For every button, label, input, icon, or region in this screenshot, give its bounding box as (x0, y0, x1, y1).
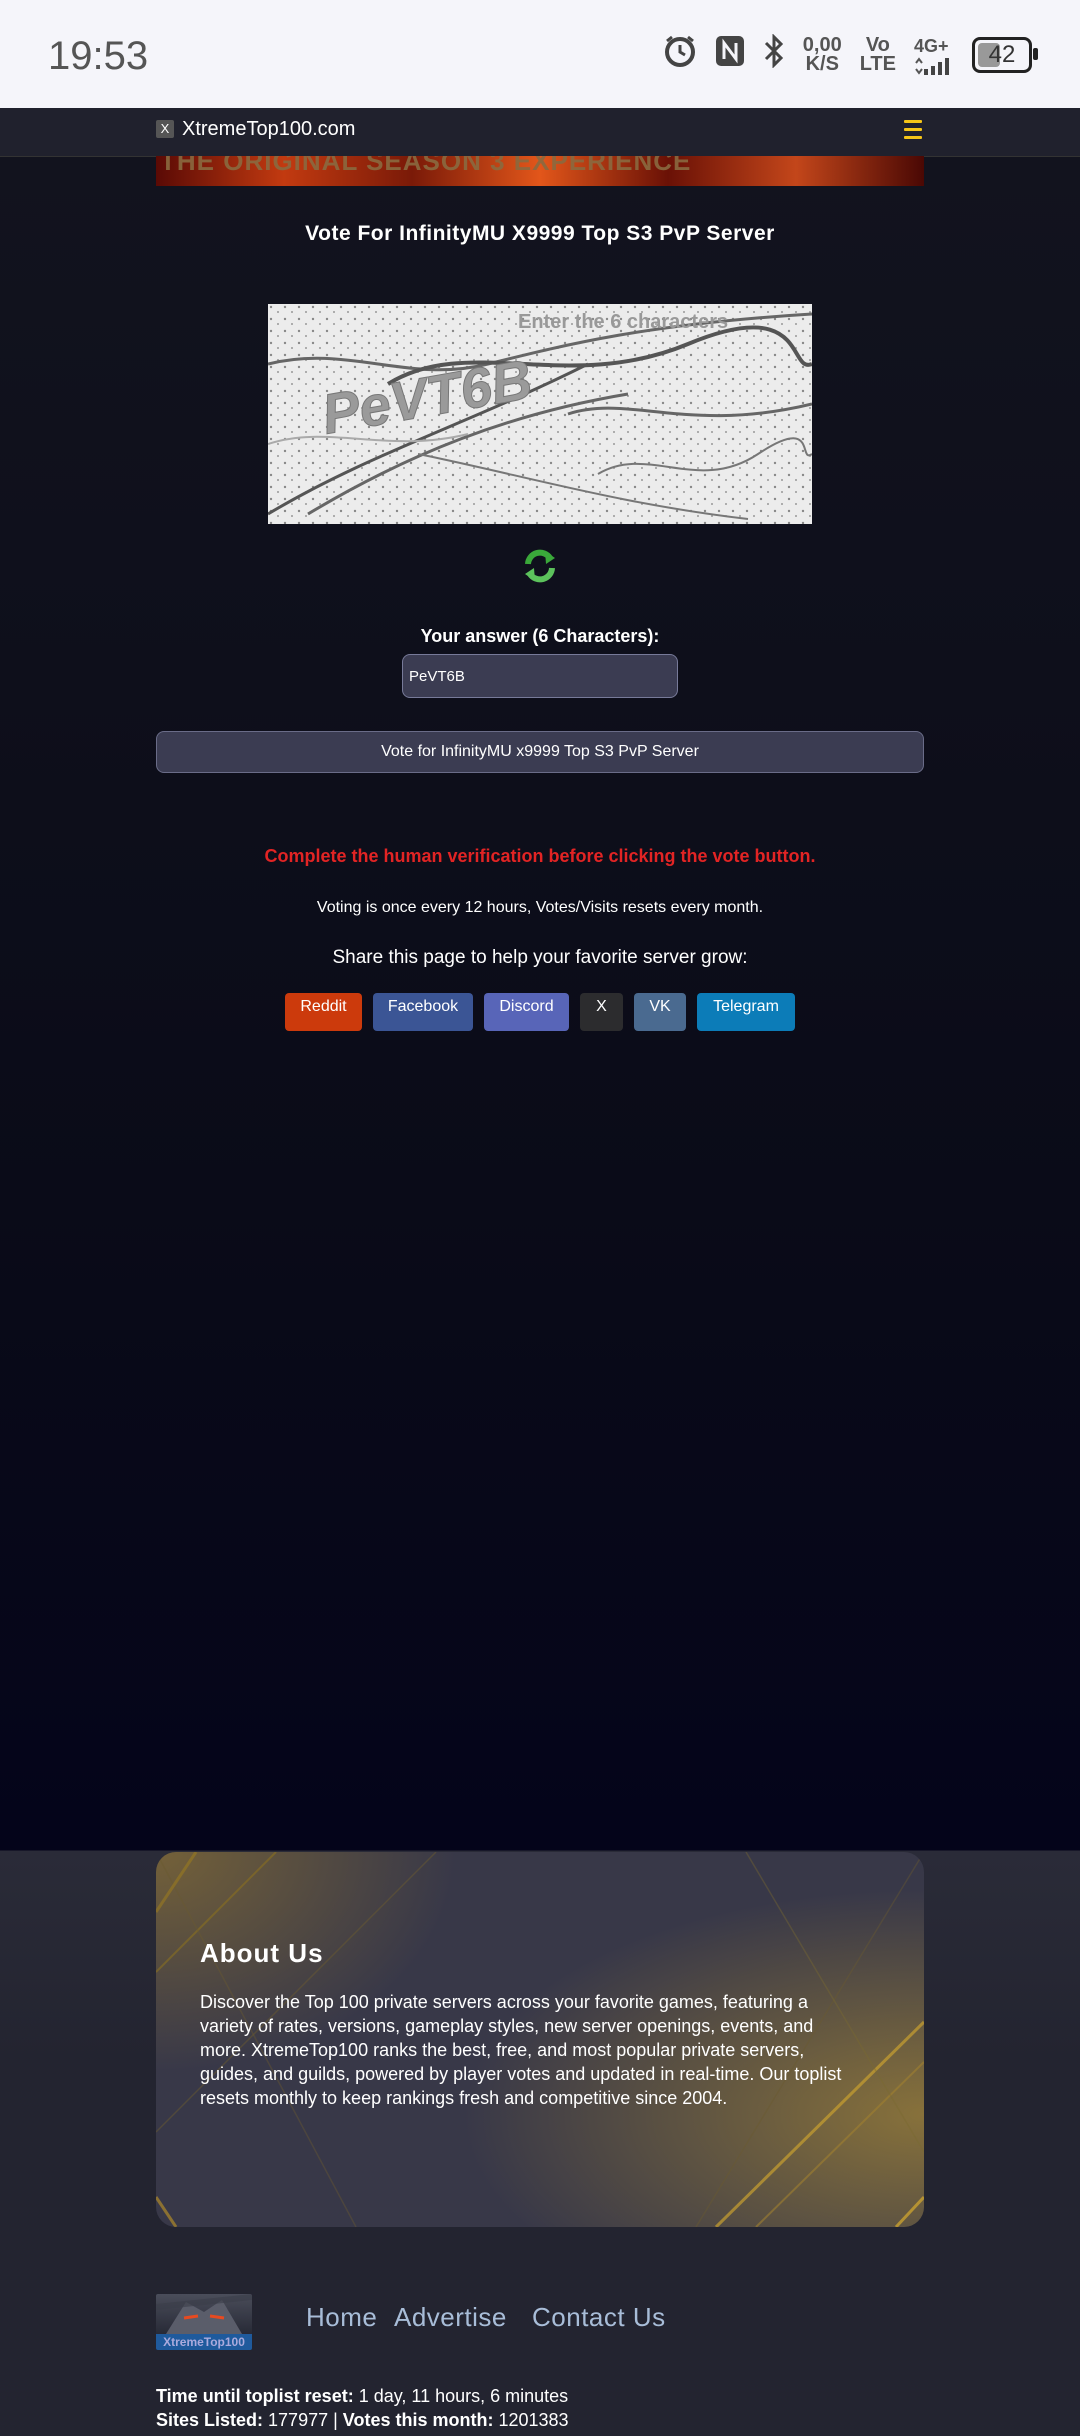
share-x-button[interactable]: X (580, 993, 623, 1031)
share-telegram-button[interactable]: Telegram (697, 993, 795, 1031)
site-stats-row: Sites Listed: 177977 | Votes this month:… (156, 2410, 569, 2430)
status-time: 19:53 (48, 34, 149, 78)
site-name-link[interactable]: XtremeTop100.com (182, 118, 355, 141)
network-speed: 0,00 K/S (802, 34, 842, 75)
footer-contact-link[interactable]: Contact Us (532, 2302, 666, 2333)
banner-text: THE ORIGINAL SEASON 3 EXPERIENCE (160, 156, 692, 176)
footer-home-link[interactable]: Home (306, 2302, 377, 2333)
share-reddit-button[interactable]: Reddit (285, 993, 362, 1031)
hamburger-menu-icon[interactable] (904, 120, 922, 140)
share-label: Share this page to help your favorite se… (332, 947, 748, 968)
site-navbar: X XtremeTop100.com (0, 108, 1080, 157)
vote-title: Vote For InfinityMU X9999 Top S3 PvP Ser… (305, 222, 775, 245)
footer-advertise-link[interactable]: Advertise (394, 2302, 507, 2333)
share-discord-button[interactable]: Discord (484, 993, 569, 1031)
captcha-noise: Enter the 6 characters PeVT6B (268, 304, 812, 524)
volte-indicator: Vo LTE (859, 34, 896, 75)
status-bar: 19:53 0,00 K/S Vo LTE 4G+ 42 (0, 0, 1080, 108)
status-icons: 0,00 K/S Vo LTE 4G+ 42 (663, 33, 1038, 76)
share-buttons: Reddit Facebook Discord X VK Telegram (0, 993, 1080, 1031)
about-text: Discover the Top 100 private servers acr… (200, 1992, 842, 2108)
refresh-icon[interactable] (520, 546, 560, 586)
share-vk-button[interactable]: VK (634, 993, 686, 1031)
server-banner[interactable]: THE ORIGINAL SEASON 3 EXPERIENCE (156, 156, 924, 186)
footer-stats: Time until toplist reset: 1 day, 11 hour… (156, 2384, 569, 2432)
signal-indicator: 4G+ (914, 36, 954, 75)
about-title: About Us (200, 1938, 324, 1968)
signal-icon (915, 56, 949, 75)
nfc-icon (715, 35, 745, 75)
site-logo-icon[interactable]: X (156, 120, 174, 138)
captcha-answer-input[interactable] (402, 654, 678, 698)
footer-logo-text: XtremeTop100 (156, 2334, 252, 2350)
toplist-reset-row: Time until toplist reset: 1 day, 11 hour… (156, 2386, 569, 2406)
answer-label: Your answer (6 Characters): (420, 626, 660, 646)
footer-logo[interactable]: XtremeTop100 (156, 2294, 252, 2350)
vote-button[interactable]: Vote for InfinityMU x9999 Top S3 PvP Ser… (156, 731, 924, 773)
footer-logo-art (156, 2294, 252, 2334)
captcha-hint: Enter the 6 characters (518, 311, 728, 333)
verification-error: Complete the human verification before c… (264, 846, 816, 866)
about-card: About Us Discover the Top 100 private se… (156, 1852, 924, 2227)
alarm-icon (663, 34, 697, 76)
share-facebook-button[interactable]: Facebook (373, 993, 473, 1031)
voting-info: Voting is once every 12 hours, Votes/Vis… (316, 899, 764, 916)
bluetooth-icon (763, 33, 785, 76)
battery-icon: 42 (972, 37, 1038, 73)
captcha-image: Enter the 6 characters PeVT6B (268, 304, 812, 524)
